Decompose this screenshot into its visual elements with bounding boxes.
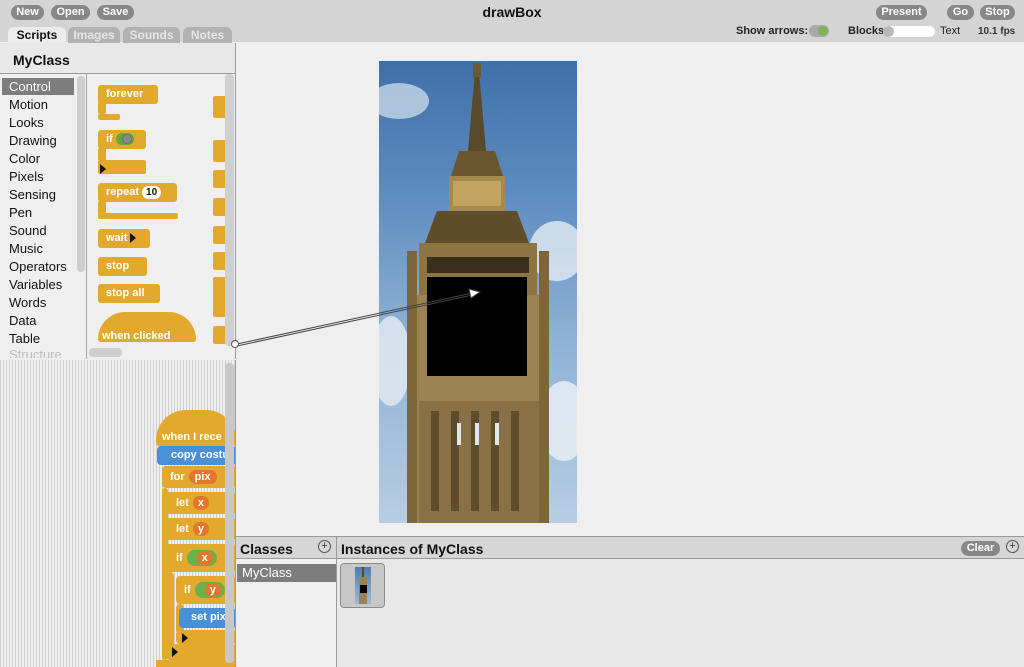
repeat-block-label: repeat — [106, 186, 140, 198]
add-class-button[interactable]: + — [318, 540, 331, 553]
forever-block[interactable]: forever — [98, 85, 158, 104]
boolean-slot[interactable] — [115, 133, 134, 146]
tab-images[interactable]: Images — [68, 27, 120, 43]
project-title: drawBox — [482, 4, 542, 20]
script-bottom — [156, 660, 235, 667]
show-arrows-label: Show arrows: — [736, 25, 809, 37]
stop-button[interactable]: Stop — [980, 5, 1015, 20]
present-button[interactable]: Present — [876, 5, 927, 20]
repeat-count-slot[interactable]: 10 — [142, 185, 162, 199]
save-button[interactable]: Save — [97, 5, 134, 20]
for-block-label: for — [170, 471, 185, 483]
palette-horizontal-scrollbar[interactable] — [89, 348, 122, 357]
category-sound[interactable]: Sound — [2, 222, 74, 239]
expand-arrow-icon[interactable] — [130, 233, 137, 244]
category-list: Control Motion Looks Drawing Color Pixel… — [0, 74, 87, 359]
for-variable-slot[interactable]: pix — [188, 470, 217, 484]
open-button[interactable]: Open — [51, 5, 90, 20]
category-drawing[interactable]: Drawing — [2, 132, 74, 149]
block-palette: forever if repeat 10 wait stop stop all w… — [88, 74, 236, 359]
top-toolbar: New Open Save drawBox Present Go Stop Sh… — [0, 0, 1024, 44]
add-instance-button[interactable]: + — [1006, 540, 1019, 553]
classes-panel: Classes + MyClass — [236, 536, 337, 667]
show-arrows-toggle[interactable] — [809, 25, 829, 37]
tab-scripts[interactable]: Scripts — [8, 27, 66, 44]
script-editor[interactable]: when I rece copy costu for pix let x let y … — [0, 360, 236, 667]
if-block[interactable]: if — [98, 130, 146, 149]
fps-readout: 10.1 fps — [978, 26, 1016, 37]
category-operators[interactable]: Operators — [2, 258, 74, 275]
category-variables[interactable]: Variables — [2, 276, 74, 293]
category-control[interactable]: Control — [2, 78, 74, 95]
clear-button[interactable]: Clear — [961, 541, 1000, 556]
stop-all-block[interactable]: stop all — [98, 284, 160, 303]
expand-arrow-icon[interactable] — [172, 647, 178, 658]
if-block-foot — [98, 160, 146, 175]
if-x-condition-slot[interactable]: x — [186, 550, 217, 566]
classes-panel-header: Classes + — [236, 537, 336, 559]
category-words[interactable]: Words — [2, 294, 74, 311]
thumbnail-tower-icon — [359, 567, 367, 604]
forever-block-arm — [98, 102, 106, 114]
slider-knob-icon[interactable] — [883, 26, 894, 37]
category-data[interactable]: Data — [2, 312, 74, 329]
if-y-label: if — [184, 584, 191, 596]
instance-thumbnail[interactable] — [340, 563, 385, 608]
new-button[interactable]: New — [11, 5, 44, 20]
palette-vertical-scrollbar[interactable] — [225, 74, 234, 346]
arrow-overlay — [237, 288, 482, 347]
if-block-label: if — [106, 133, 113, 145]
category-scrollbar[interactable] — [77, 76, 85, 272]
instances-panel-title: Instances of MyClass — [341, 541, 484, 557]
forever-block-foot — [98, 114, 120, 120]
if-x-variable[interactable]: x — [196, 551, 213, 565]
instance-thumbnail-image — [355, 567, 371, 604]
category-structure[interactable]: Structure — [2, 348, 74, 358]
category-pixels[interactable]: Pixels — [2, 168, 74, 185]
if-y-condition-slot[interactable]: y — [194, 582, 225, 598]
palette-class-name: MyClass — [13, 52, 70, 68]
if-x-block-arm — [166, 572, 174, 652]
tab-sounds[interactable]: Sounds — [123, 27, 180, 43]
let-y-variable-slot[interactable]: y — [192, 522, 209, 536]
category-music[interactable]: Music — [2, 240, 74, 257]
if-x-label: if — [176, 552, 183, 564]
go-button[interactable]: Go — [947, 5, 974, 20]
instances-panel-header: Instances of MyClass Clear + — [337, 537, 1024, 559]
category-table[interactable]: Table — [2, 330, 74, 347]
category-looks[interactable]: Looks — [2, 114, 74, 131]
expand-arrow-icon[interactable] — [182, 633, 188, 644]
class-list-item[interactable]: MyClass — [237, 564, 336, 582]
palette-class-header: MyClass — [0, 43, 236, 74]
classes-panel-title: Classes — [240, 541, 293, 557]
repeat-block-foot — [98, 213, 178, 219]
expand-arrow-icon[interactable] — [100, 164, 106, 175]
stage[interactable] — [237, 42, 1024, 536]
stop-block[interactable]: stop — [98, 257, 147, 276]
let-x-label: let — [176, 497, 189, 509]
category-pen[interactable]: Pen — [2, 204, 74, 221]
instances-panel: Instances of MyClass Clear + — [337, 536, 1024, 667]
script-vertical-scrollbar[interactable] — [225, 363, 234, 663]
let-y-label: let — [176, 523, 189, 535]
category-sensing[interactable]: Sensing — [2, 186, 74, 203]
blocks-text-slider[interactable] — [883, 26, 935, 37]
when-clicked-hat-block[interactable]: when clicked — [98, 312, 196, 342]
wait-block[interactable]: wait — [98, 229, 150, 248]
repeat-block[interactable]: repeat 10 — [98, 183, 177, 202]
when-i-receive-hat-block[interactable]: when I rece — [156, 410, 235, 446]
wait-block-label: wait — [106, 232, 128, 244]
arrow-source-handle-icon[interactable] — [231, 340, 239, 348]
toggle-knob-icon — [818, 26, 828, 36]
if-y-variable[interactable]: y — [204, 583, 221, 597]
category-motion[interactable]: Motion — [2, 96, 74, 113]
text-label: Text — [940, 25, 961, 37]
category-color[interactable]: Color — [2, 150, 74, 167]
let-x-variable-slot[interactable]: x — [192, 496, 209, 510]
tab-notes[interactable]: Notes — [183, 27, 232, 43]
boolean-slot-dot-icon — [121, 134, 132, 145]
blocks-label: Blocks — [848, 25, 885, 37]
